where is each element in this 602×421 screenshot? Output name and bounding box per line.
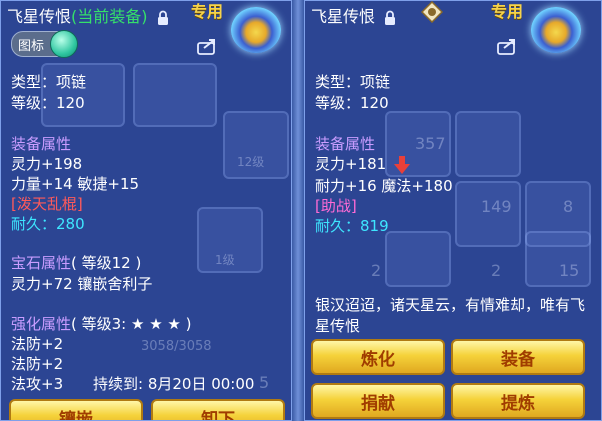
equip-button-label: 装备 xyxy=(501,349,535,370)
exclusive-label: 专用 xyxy=(191,2,224,21)
equipped-status: (当前装备) xyxy=(71,7,148,26)
gem-level: ( 等级12 ) xyxy=(71,254,142,272)
equip-button[interactable]: 装备 xyxy=(451,339,585,375)
appraise-badge-icon xyxy=(421,1,443,23)
item-level: 等级：120 xyxy=(315,94,389,112)
background-strip xyxy=(292,0,304,421)
bg-slot-label: 8 xyxy=(563,197,574,216)
enhance-2: 法防+2 xyxy=(11,355,64,373)
item-name: 飞星传恨 xyxy=(311,7,376,26)
share-icon[interactable] xyxy=(497,37,519,55)
bg-slot xyxy=(385,231,451,287)
bg-slot-label: 12级 xyxy=(237,155,265,169)
item-type: 类型：项链 xyxy=(315,73,391,91)
equip-attr-header: 装备属性 xyxy=(315,135,376,153)
durability-value: 819 xyxy=(360,217,389,235)
equipped-item-panel: 12级 1级 5 3058/3058 飞星传恨(当前装备) 专用 图标 类型：项… xyxy=(0,0,292,421)
durability: 耐久：819 xyxy=(315,215,389,236)
bg-hp-readout: 3058/3058 xyxy=(141,339,212,354)
lock-icon xyxy=(385,10,396,25)
bg-slot-label: 149 xyxy=(481,197,512,216)
special-skill: [泼天乱棍] xyxy=(11,195,83,213)
bg-slot xyxy=(525,231,591,287)
item-type: 类型：项链 xyxy=(11,73,87,91)
attr-str-agi: 力量+14 敏捷+15 xyxy=(11,175,140,193)
enhance-1: 法防+2 xyxy=(11,335,64,353)
toggle-label: 图标 xyxy=(18,39,45,54)
bg-slot-label: 2 xyxy=(491,261,502,280)
item-name: 飞星传恨 xyxy=(7,7,72,26)
donate-button[interactable]: 捐献 xyxy=(311,383,445,419)
extract-button[interactable]: 提炼 xyxy=(451,383,585,419)
gem-section: 宝石属性( 等级12 ) xyxy=(11,252,141,273)
durability-label: 耐久： xyxy=(11,215,57,233)
enhance-3: 法攻+3 xyxy=(11,375,64,393)
share-icon[interactable] xyxy=(197,37,219,55)
item-title: 飞星传恨(当前装备) xyxy=(7,3,169,27)
bg-slot xyxy=(133,63,217,127)
item-level: 等级：120 xyxy=(11,94,85,112)
durability-label: 耐久： xyxy=(315,217,361,235)
inlay-button-label: 镶嵌 xyxy=(59,409,93,421)
inlay-button[interactable]: 镶嵌 xyxy=(9,399,143,421)
toggle-knob xyxy=(50,30,78,58)
attr-line2: 耐力+16 魔法+180 xyxy=(315,177,453,195)
equip-attr-header: 装备属性 xyxy=(11,135,72,153)
extract-button-label: 提炼 xyxy=(501,393,535,414)
icon-toggle[interactable]: 图标 xyxy=(11,30,78,58)
emblem-icon xyxy=(531,7,581,53)
bg-slot-label: 1级 xyxy=(215,253,235,267)
unequip-button[interactable]: 卸下 xyxy=(151,399,285,421)
unequip-button-label: 卸下 xyxy=(201,409,235,421)
attr-spirit: 灵力+181 xyxy=(315,155,387,173)
durability-value: 280 xyxy=(56,215,85,233)
bg-slot-label: 5 xyxy=(259,373,270,392)
item-title: 飞星传恨 xyxy=(311,3,396,27)
lock-icon xyxy=(157,10,168,25)
emblem-icon xyxy=(231,7,281,53)
attr-spirit: 灵力+198 xyxy=(11,155,83,173)
down-arrow-icon xyxy=(393,155,410,174)
bg-slot xyxy=(455,111,521,177)
refine-button[interactable]: 炼化 xyxy=(311,339,445,375)
gem-line: 灵力+72 镶嵌舍利子 xyxy=(11,275,153,293)
enhance-level: ( 等级3: ★ ★ ★ ) xyxy=(71,315,192,333)
exclusive-label: 专用 xyxy=(491,2,524,21)
donate-button-label: 捐献 xyxy=(361,393,395,414)
attr-spirit-row: 灵力+181 xyxy=(315,153,411,175)
bg-slot-label: 15 xyxy=(559,261,580,280)
enhance-duration: 持续到: 8月20日 00:00 xyxy=(93,375,255,393)
enhance-header: 强化属性 xyxy=(11,315,72,333)
bg-slot-label: 2 xyxy=(371,261,382,280)
special-skill: [助战] xyxy=(315,197,357,215)
refine-button-label: 炼化 xyxy=(361,349,395,370)
item-description: 银汉迢迢，诸天星云，有情难却，唯有飞星传恨 xyxy=(315,296,586,335)
compare-item-panel: 357 149 8 2 2 15 飞星传恨 专用 类型：项链 等级：120 装备… xyxy=(304,0,602,421)
enhance-section: 强化属性( 等级3: ★ ★ ★ ) xyxy=(11,313,192,334)
gem-header: 宝石属性 xyxy=(11,254,72,272)
durability: 耐久：280 xyxy=(11,213,85,234)
bg-slot-label: 357 xyxy=(415,134,446,153)
